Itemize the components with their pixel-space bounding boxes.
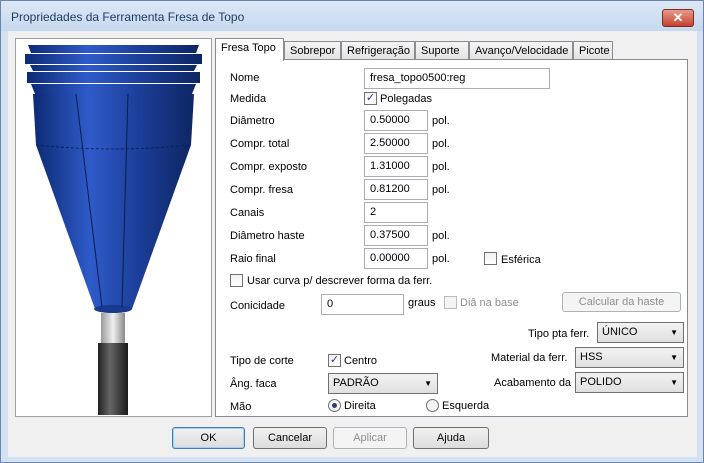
nome-input[interactable]: fresa_topo0500:reg: [364, 68, 550, 89]
acabamento-value: POLIDO: [580, 376, 622, 388]
medida-label: Medida: [230, 93, 267, 105]
dia-na-base-label: Diâ na base: [460, 297, 519, 309]
compr-exposto-label: Compr. exposto: [230, 161, 308, 173]
chevron-down-icon: ▼: [670, 378, 678, 387]
tipo-pta-select[interactable]: ÚNICO ▼: [597, 322, 684, 343]
chevron-down-icon: ▼: [670, 353, 678, 362]
chevron-down-icon: ▼: [670, 328, 678, 337]
window-title: Propriedades da Ferramenta Fresa de Topo: [11, 10, 245, 24]
dialog-window: Propriedades da Ferramenta Fresa de Topo…: [0, 0, 704, 463]
diametro-input[interactable]: 0.50000: [364, 110, 428, 131]
tab-label: Suporte: [421, 45, 460, 57]
diametro-haste-label: Diâmetro haste: [230, 230, 305, 242]
raio-final-unit: pol.: [432, 253, 450, 265]
compr-total-input[interactable]: 2.50000: [364, 133, 428, 154]
diametro-haste-input[interactable]: 0.37500: [364, 225, 428, 246]
check-icon: ✓: [365, 92, 376, 104]
material-value: HSS: [580, 351, 603, 363]
compr-fresa-input[interactable]: 0.81200: [364, 179, 428, 200]
close-button[interactable]: ✕: [662, 9, 694, 27]
compr-fresa-label: Compr. fresa: [230, 184, 293, 196]
tab-label: Avanço/Velocidade: [475, 45, 569, 57]
diametro-haste-unit: pol.: [432, 230, 450, 242]
raio-final-label: Raio final: [230, 253, 276, 265]
chevron-down-icon: ▼: [424, 379, 432, 388]
ok-button[interactable]: OK: [172, 427, 245, 449]
apply-button[interactable]: Aplicar: [333, 427, 407, 449]
esferica-checkbox[interactable]: [484, 252, 497, 265]
tab-label: Refrigeração: [347, 45, 410, 57]
tipo-pta-label: Tipo pta ferr.: [528, 328, 590, 340]
help-button[interactable]: Ajuda: [413, 427, 489, 449]
ang-face-select[interactable]: PADRÃO ▼: [328, 373, 438, 394]
tab-fresa-topo[interactable]: Fresa Topo: [215, 38, 284, 61]
conicidade-input[interactable]: 0: [321, 294, 404, 315]
check-icon: ✓: [329, 354, 340, 366]
title-bar[interactable]: Propriedades da Ferramenta Fresa de Topo…: [1, 1, 703, 31]
esferica-label: Esférica: [501, 254, 541, 266]
canais-input[interactable]: 2: [364, 202, 428, 223]
conicidade-unit: graus: [408, 297, 436, 309]
raio-final-input[interactable]: 0.00000: [364, 248, 428, 269]
tipo-pta-value: ÚNICO: [602, 326, 638, 338]
dia-na-base-checkbox[interactable]: [444, 296, 457, 309]
conicidade-label: Conicidade: [230, 300, 286, 312]
material-select[interactable]: HSS ▼: [575, 347, 684, 368]
tab-label: Sobrepor: [290, 45, 336, 57]
tab-label: Fresa Topo: [221, 42, 276, 54]
compr-total-unit: pol.: [432, 138, 450, 150]
ang-face-label: Âng. faca: [230, 378, 277, 390]
tipo-corte-label: Tipo de corte: [230, 355, 294, 367]
tab-label: Picote: [579, 45, 610, 57]
canais-label: Canais: [230, 207, 265, 219]
tab-avanco-velocidade[interactable]: Avanço/Velocidade: [469, 41, 573, 60]
centro-label: Centro: [344, 355, 378, 367]
compr-exposto-input[interactable]: 1.31000: [364, 156, 428, 177]
compr-exposto-unit: pol.: [432, 161, 450, 173]
compr-total-label: Compr. total: [230, 138, 290, 150]
tool-preview: [15, 38, 212, 417]
usar-curva-label: Usar curva p/ descrever forma da ferr.: [247, 275, 433, 287]
tab-refrigeracao[interactable]: Refrigeração: [341, 41, 415, 60]
acabamento-select[interactable]: POLIDO ▼: [575, 372, 684, 393]
dialog-client: Fresa Topo Sobrepor Refrigeração Suporte…: [8, 31, 697, 457]
centro-checkbox[interactable]: ✓: [328, 354, 341, 367]
material-label: Material da ferr.: [491, 352, 568, 364]
mao-esquerda-radio[interactable]: [426, 399, 439, 412]
diametro-label: Diâmetro: [230, 115, 275, 127]
usar-curva-checkbox[interactable]: [230, 274, 243, 287]
cancel-button[interactable]: Cancelar: [253, 427, 327, 449]
tab-picote[interactable]: Picote: [573, 41, 613, 60]
diametro-unit: pol.: [432, 115, 450, 127]
acabamento-label: Acabamento da: [494, 377, 572, 389]
tab-panel-fresa-topo: Nome fresa_topo0500:reg Medida ✓ Polegad…: [215, 59, 688, 417]
nome-label: Nome: [230, 72, 260, 84]
mao-esquerda-label: Esquerda: [442, 400, 490, 412]
polegadas-label: Polegadas: [380, 93, 432, 105]
calcular-haste-button[interactable]: Calcular da haste: [562, 292, 681, 312]
ang-face-value: PADRÃO: [333, 377, 379, 389]
polegadas-checkbox[interactable]: ✓: [364, 92, 377, 105]
mao-direita-label: Direita: [344, 400, 376, 412]
tab-sobrepor[interactable]: Sobrepor: [284, 41, 341, 60]
compr-fresa-unit: pol.: [432, 184, 450, 196]
mao-label: Mão: [230, 401, 252, 413]
end-mill-illustration: [25, 45, 202, 415]
tab-suporte[interactable]: Suporte: [415, 41, 469, 60]
mao-direita-radio[interactable]: [328, 399, 341, 412]
close-icon: ✕: [672, 10, 684, 25]
